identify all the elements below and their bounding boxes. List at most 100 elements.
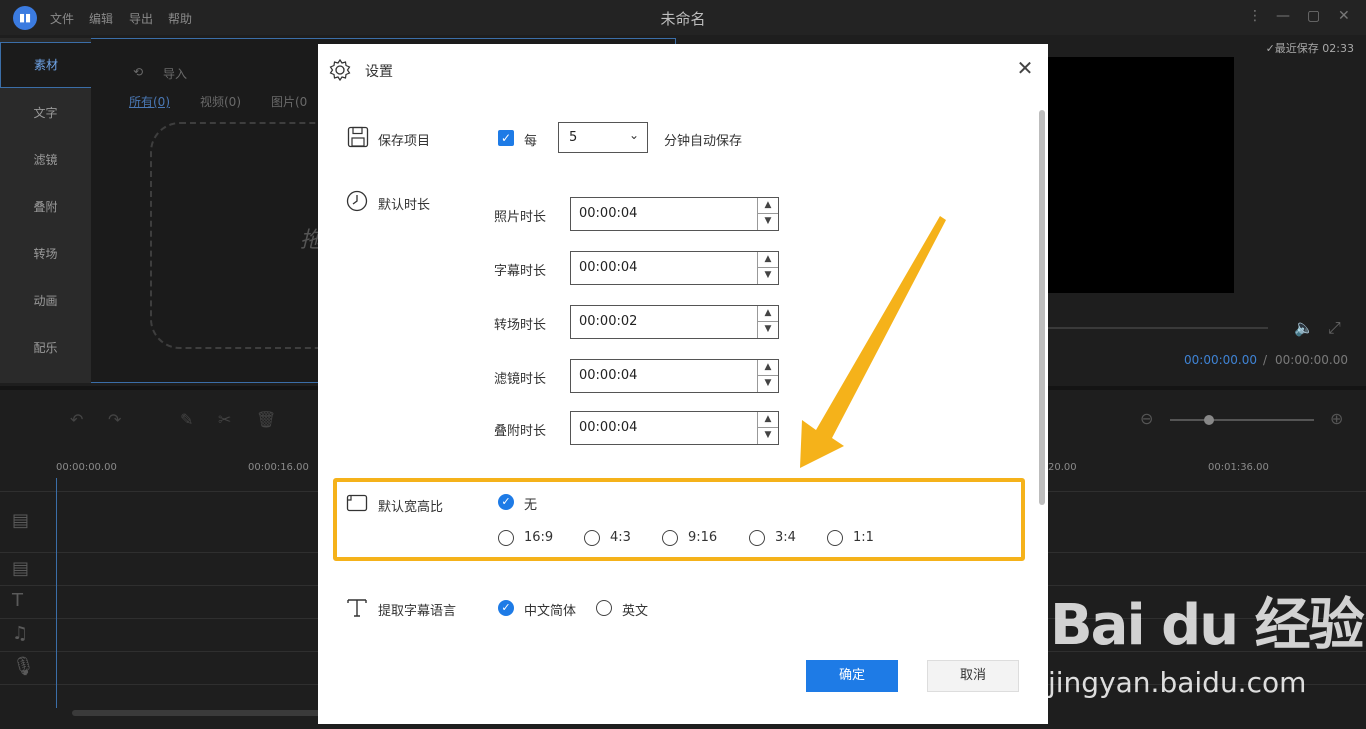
watermark-logo: Bai du 经验 xyxy=(1050,593,1365,658)
zoom-out-icon[interactable]: ⊖ xyxy=(1140,409,1153,428)
aspect-ratio-icon xyxy=(346,494,368,512)
overlay-duration-value: 00:00:04 xyxy=(579,420,638,435)
aspect-9-16-radio[interactable] xyxy=(662,530,678,546)
tab-text[interactable]: 文字 xyxy=(0,104,91,121)
decrement-icon[interactable]: ▼ xyxy=(757,376,778,392)
filter-duration-value: 00:00:04 xyxy=(579,368,638,383)
watermark-url: jingyan.baidu.com xyxy=(1048,666,1307,699)
tab-music[interactable]: 配乐 xyxy=(0,339,91,356)
transition-duration-field[interactable]: 00:00:02 ▲ ▼ xyxy=(570,305,779,339)
filter-duration-field[interactable]: 00:00:04 ▲ ▼ xyxy=(570,359,779,393)
aspect-16-9-label: 16:9 xyxy=(524,530,554,545)
more-icon[interactable]: ⋮ xyxy=(1248,8,1262,24)
filter-duration-label: 滤镜时长 xyxy=(493,372,546,387)
video-track-icon: ▤ xyxy=(12,510,30,531)
increment-icon[interactable]: ▲ xyxy=(757,198,778,214)
aspect-9-16-label: 9:16 xyxy=(688,530,718,545)
preview-screen xyxy=(1048,57,1234,293)
aspect-3-4-radio[interactable] xyxy=(749,530,765,546)
dialog-title: 设置 xyxy=(365,64,393,80)
total-time: 00:00:00.00 xyxy=(1275,353,1348,367)
autosave-interval-select[interactable]: 5 ⌄ xyxy=(558,122,648,153)
sidebar: 素材 文字 滤镜 叠附 转场 动画 配乐 xyxy=(0,38,91,383)
music-track-icon: ♫ xyxy=(12,623,29,644)
save-icon xyxy=(347,126,369,148)
filter-image[interactable]: 图片(0 xyxy=(271,93,307,110)
tab-transition[interactable]: 转场 xyxy=(0,245,91,262)
ruler-label: 00:01:36.00 xyxy=(1208,462,1269,473)
window-close-icon[interactable]: ✕ xyxy=(1338,8,1350,24)
autosave-interval-value: 5 xyxy=(569,130,578,145)
tab-material[interactable]: 素材 xyxy=(0,42,91,88)
window-title: 未命名 xyxy=(660,10,706,28)
autosave-suffix-label: 分钟自动保存 xyxy=(664,134,743,149)
aspect-1-1-radio[interactable] xyxy=(827,530,843,546)
transition-duration-label: 转场时长 xyxy=(493,318,546,333)
volume-icon[interactable]: 🔈 xyxy=(1294,318,1314,337)
subtitle-duration-field[interactable]: 00:00:04 ▲ ▼ xyxy=(570,251,779,285)
subtitle-language-label: 提取字幕语言 xyxy=(378,604,457,619)
autosave-every-label: 每 xyxy=(524,134,538,149)
cut-icon[interactable]: ✂ xyxy=(218,410,231,429)
decrement-icon[interactable]: ▼ xyxy=(757,214,778,230)
increment-icon[interactable]: ▲ xyxy=(757,412,778,428)
photo-duration-field[interactable]: 00:00:04 ▲ ▼ xyxy=(570,197,779,231)
ruler-label: 00:00:00.00 xyxy=(56,462,117,473)
fullscreen-icon[interactable]: ⤢ xyxy=(1328,318,1341,338)
clock-icon xyxy=(346,190,368,212)
default-duration-label: 默认时长 xyxy=(378,198,431,213)
ok-button[interactable]: 确定 xyxy=(806,660,898,692)
time-separator: / xyxy=(1263,353,1268,367)
gear-icon xyxy=(329,58,351,82)
aspect-none-label: 无 xyxy=(524,498,538,513)
increment-icon[interactable]: ▲ xyxy=(757,360,778,376)
subtitle-duration-label: 字幕时长 xyxy=(493,264,546,279)
minimize-icon[interactable]: — xyxy=(1276,8,1290,24)
import-button[interactable]: 导入 xyxy=(163,65,187,82)
zoom-in-icon[interactable]: ⊕ xyxy=(1330,409,1343,428)
save-project-label: 保存项目 xyxy=(378,134,431,149)
aspect-highlight-box xyxy=(333,478,1025,561)
lang-chinese-radio[interactable]: ✓ xyxy=(498,600,514,616)
lang-chinese-label: 中文简体 xyxy=(524,604,577,619)
delete-icon[interactable]: 🗑 xyxy=(256,410,276,429)
playhead[interactable] xyxy=(56,478,57,708)
decrement-icon[interactable]: ▼ xyxy=(757,322,778,338)
aspect-4-3-label: 4:3 xyxy=(610,530,631,545)
increment-icon[interactable]: ▲ xyxy=(757,252,778,268)
preview-progress[interactable] xyxy=(1048,327,1268,329)
redo-icon[interactable]: ↷ xyxy=(108,410,121,429)
maximize-icon[interactable]: ▢ xyxy=(1307,8,1320,24)
zoom-slider[interactable] xyxy=(1170,419,1314,421)
close-icon[interactable]: ✕ xyxy=(1014,58,1036,80)
edit-icon[interactable]: ✎ xyxy=(180,410,193,429)
tab-filter[interactable]: 滤镜 xyxy=(0,151,91,168)
current-time: 00:00:00.00 xyxy=(1184,353,1257,367)
filter-all[interactable]: 所有(0) xyxy=(129,93,170,110)
tab-overlay[interactable]: 叠附 xyxy=(0,198,91,215)
aspect-16-9-radio[interactable] xyxy=(498,530,514,546)
overlay-duration-field[interactable]: 00:00:04 ▲ ▼ xyxy=(570,411,779,445)
undo-icon[interactable]: ↶ xyxy=(70,410,83,429)
ruler-label: 00:00:16.00 xyxy=(248,462,309,473)
dialog-scrollbar[interactable] xyxy=(1039,110,1045,505)
aspect-4-3-radio[interactable] xyxy=(584,530,600,546)
photo-duration-label: 照片时长 xyxy=(493,210,546,225)
zoom-slider-handle[interactable] xyxy=(1204,415,1214,425)
autosave-checkbox[interactable]: ✓ xyxy=(498,130,514,146)
lang-english-radio[interactable] xyxy=(596,600,612,616)
aspect-none-radio[interactable]: ✓ xyxy=(498,494,514,510)
aspect-3-4-label: 3:4 xyxy=(775,530,796,545)
decrement-icon[interactable]: ▼ xyxy=(757,268,778,284)
cancel-button[interactable]: 取消 xyxy=(927,660,1019,692)
overlay-track-icon: ▤ xyxy=(12,558,30,579)
decrement-icon[interactable]: ▼ xyxy=(757,428,778,444)
tab-animation[interactable]: 动画 xyxy=(0,292,91,309)
subtitle-duration-value: 00:00:04 xyxy=(579,260,638,275)
default-aspect-label: 默认宽高比 xyxy=(378,500,444,515)
import-icon[interactable]: ⟲ xyxy=(133,65,143,79)
increment-icon[interactable]: ▲ xyxy=(757,306,778,322)
voice-track-icon: 🎙 xyxy=(12,656,35,677)
timeline-scrollbar[interactable] xyxy=(72,710,322,716)
filter-video[interactable]: 视频(0) xyxy=(200,93,241,110)
